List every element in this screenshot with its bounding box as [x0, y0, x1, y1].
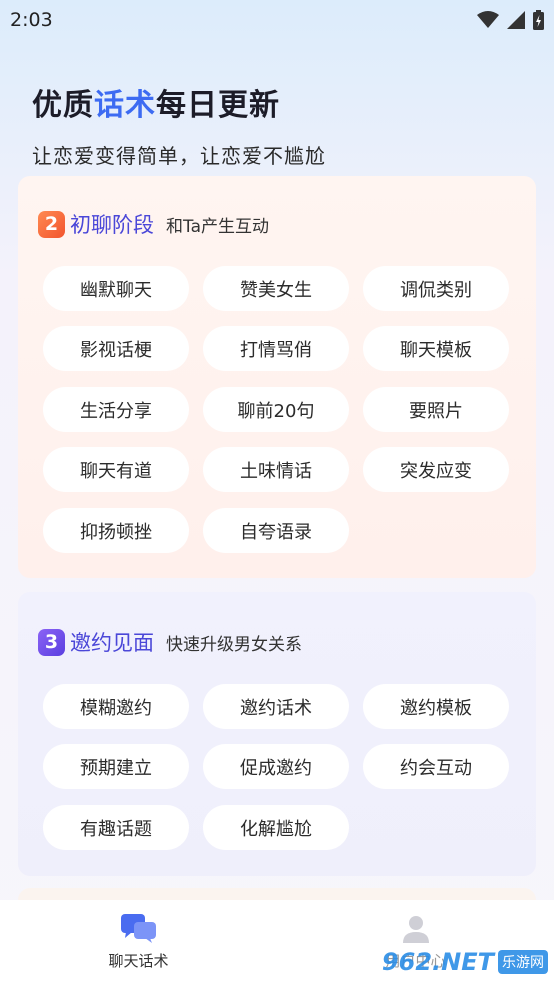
- tag-button[interactable]: 调侃类别: [363, 266, 509, 311]
- tag-button[interactable]: 邀约模板: [363, 684, 509, 729]
- nav-item-chat-scripts[interactable]: 聊天话术: [0, 900, 277, 984]
- status-icons: [477, 10, 544, 30]
- hero-subtitle: 让恋爱变得简单，让恋爱不尴尬: [32, 144, 326, 168]
- tag-button[interactable]: 自夸语录: [203, 508, 349, 553]
- tag-button[interactable]: 约会互动: [363, 744, 509, 789]
- section-title: 邀约见面: [70, 631, 154, 655]
- section-subtitle: 快速升级男女关系: [166, 634, 302, 655]
- nav-label: 聊天话术: [108, 952, 169, 970]
- tag-button[interactable]: 化解尴尬: [203, 805, 349, 850]
- watermark-main: 962.NET: [381, 948, 494, 976]
- section-header: 2 初聊阶段 和Ta产生互动: [38, 209, 269, 239]
- tag-button[interactable]: 有趣话题: [43, 805, 189, 850]
- hero-banner: 优质话术每日更新 让恋爱变得简单，让恋爱不尴尬: [32, 80, 326, 169]
- section-header: 3 邀约见面 快速升级男女关系: [38, 627, 302, 657]
- section-card-invite-meet: 3 邀约见面 快速升级男女关系 模糊邀约 邀约话术 邀约模板 预期建立 促成邀约…: [18, 592, 536, 876]
- status-time: 2:03: [10, 9, 53, 31]
- hero-title-part2: 每日更新: [156, 88, 280, 123]
- tag-button[interactable]: 土味情话: [203, 447, 349, 492]
- hero-title-accent: 话术: [94, 88, 156, 123]
- tag-button[interactable]: 促成邀约: [203, 744, 349, 789]
- tag-button[interactable]: 聊天有道: [43, 447, 189, 492]
- section-number-badge: 3: [38, 628, 65, 656]
- tag-button[interactable]: 聊天模板: [363, 326, 509, 371]
- tag-button[interactable]: 生活分享: [43, 387, 189, 432]
- user-icon: [402, 916, 429, 943]
- hero-title: 优质话术每日更新: [32, 80, 326, 124]
- section-subtitle: 和Ta产生互动: [166, 216, 269, 237]
- tag-button[interactable]: 赞美女生: [203, 266, 349, 311]
- tag-button[interactable]: 要照片: [363, 387, 509, 432]
- section-card-chat-stage: 2 初聊阶段 和Ta产生互动 幽默聊天 赞美女生 调侃类别 影视话梗 打情骂俏 …: [18, 176, 536, 578]
- battery-charging-icon: [533, 10, 544, 30]
- tag-button[interactable]: 突发应变: [363, 447, 509, 492]
- tag-button[interactable]: 打情骂俏: [203, 326, 349, 371]
- section-number-badge: 2: [38, 210, 65, 238]
- tag-button[interactable]: 邀约话术: [203, 684, 349, 729]
- signal-icon: [507, 11, 525, 29]
- tag-button[interactable]: 幽默聊天: [43, 266, 189, 311]
- hero-title-part1: 优质: [32, 88, 94, 123]
- wifi-icon: [477, 11, 499, 28]
- tag-button[interactable]: 预期建立: [43, 744, 189, 789]
- tag-button[interactable]: 聊前20句: [203, 387, 349, 432]
- watermark-logo: 962.NET 乐游网: [382, 948, 548, 976]
- chat-bubbles-icon: [120, 914, 156, 943]
- tag-button[interactable]: 抑扬顿挫: [43, 508, 189, 553]
- watermark-sub: 乐游网: [498, 950, 548, 974]
- status-bar: 2:03: [0, 0, 554, 40]
- section-title: 初聊阶段: [70, 213, 154, 237]
- tag-button[interactable]: 影视话梗: [43, 326, 189, 371]
- tag-button[interactable]: 模糊邀约: [43, 684, 189, 729]
